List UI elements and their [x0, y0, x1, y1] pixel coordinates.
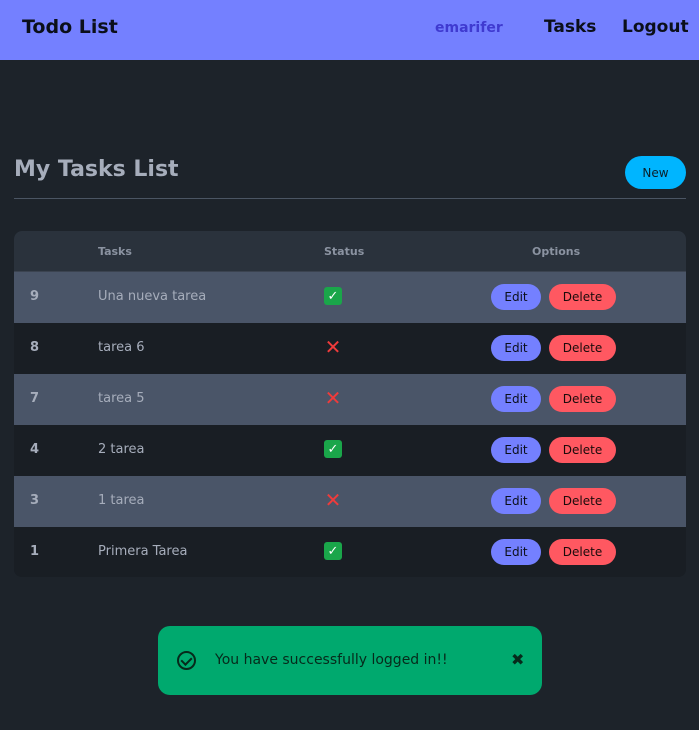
header-tasks: Tasks	[98, 245, 132, 258]
toast-message: You have successfully logged in!!	[215, 652, 448, 668]
task-id: 1	[30, 544, 40, 559]
status-done-icon: ✓	[324, 287, 342, 305]
task-name: 1 tarea	[98, 493, 145, 508]
table-row: 3 1 tarea ✕ Edit Delete	[14, 476, 686, 527]
username-label: emarifer	[435, 20, 503, 36]
task-id: 7	[30, 391, 40, 406]
status-pending-icon: ✕	[324, 335, 342, 359]
edit-button[interactable]: Edit	[491, 488, 541, 514]
divider	[14, 198, 686, 199]
edit-button[interactable]: Edit	[491, 335, 541, 361]
delete-button[interactable]: Delete	[549, 386, 616, 412]
task-name: Primera Tarea	[98, 544, 188, 559]
tasks-table: Tasks Status Options 9 Una nueva tarea ✓ Ed…	[14, 231, 686, 577]
check-circle-icon	[177, 651, 196, 670]
task-name: Una nueva tarea	[98, 289, 207, 304]
task-name: tarea 5	[98, 391, 145, 406]
logout-link[interactable]: Logout	[622, 17, 689, 37]
status-done-icon: ✓	[324, 542, 342, 560]
edit-button[interactable]: Edit	[491, 539, 541, 565]
navbar: Todo List emarifer Tasks Logout	[0, 0, 699, 60]
edit-button[interactable]: Edit	[491, 437, 541, 463]
task-id: 4	[30, 442, 40, 457]
status-done-icon: ✓	[324, 440, 342, 458]
delete-button[interactable]: Delete	[549, 539, 616, 565]
table-row: 7 tarea 5 ✕ Edit Delete	[14, 374, 686, 425]
table-row: 4 2 tarea ✓ Edit Delete	[14, 425, 686, 476]
header-status: Status	[324, 245, 365, 258]
table-row: 1 Primera Tarea ✓ Edit Delete	[14, 527, 686, 577]
delete-button[interactable]: Delete	[549, 284, 616, 310]
table-row: 9 Una nueva tarea ✓ Edit Delete	[14, 272, 686, 323]
delete-button[interactable]: Delete	[549, 437, 616, 463]
status-pending-icon: ✕	[324, 488, 342, 512]
edit-button[interactable]: Edit	[491, 284, 541, 310]
brand-title[interactable]: Todo List	[22, 16, 118, 38]
task-id: 3	[30, 493, 40, 508]
edit-button[interactable]: Edit	[491, 386, 541, 412]
table-row: 8 tarea 6 ✕ Edit Delete	[14, 323, 686, 374]
task-id: 9	[30, 289, 40, 304]
table-header: Tasks Status Options	[14, 231, 686, 272]
page-title: My Tasks List	[14, 157, 179, 182]
task-name: 2 tarea	[98, 442, 145, 457]
close-icon[interactable]: ✖	[511, 650, 524, 669]
tasks-link[interactable]: Tasks	[544, 17, 596, 37]
delete-button[interactable]: Delete	[549, 488, 616, 514]
status-pending-icon: ✕	[324, 386, 342, 410]
header-options: Options	[532, 245, 581, 258]
delete-button[interactable]: Delete	[549, 335, 616, 361]
task-id: 8	[30, 340, 40, 355]
success-toast: You have successfully logged in!! ✖	[158, 626, 542, 695]
new-task-button[interactable]: New	[625, 156, 686, 189]
task-name: tarea 6	[98, 340, 145, 355]
